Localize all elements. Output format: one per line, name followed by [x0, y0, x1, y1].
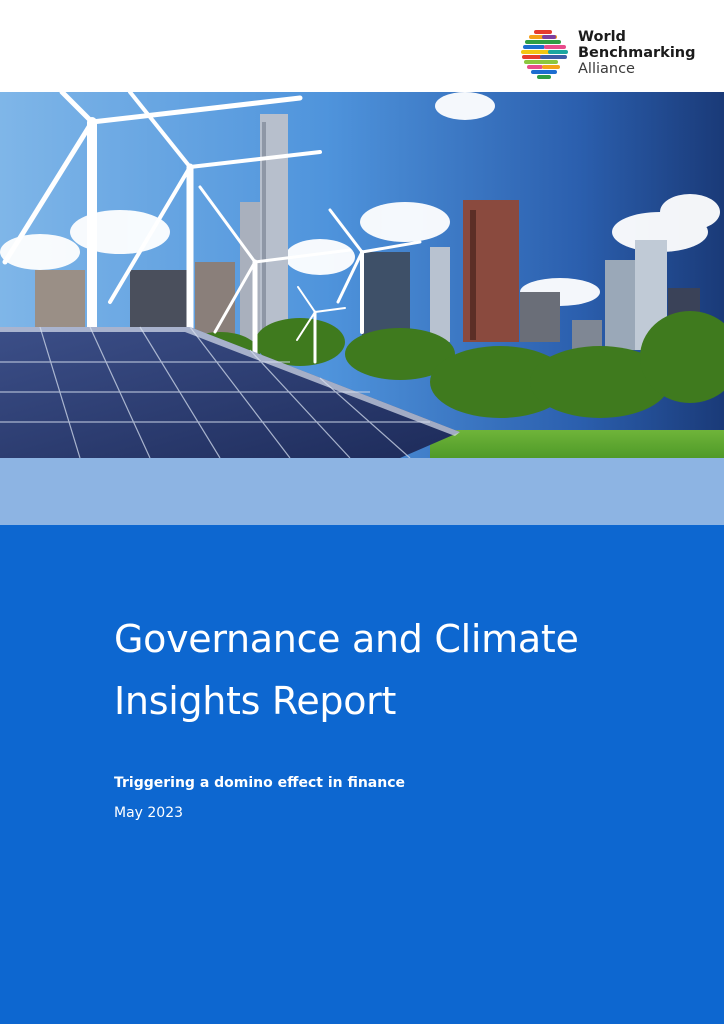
page-header: World Benchmarking Alliance: [0, 0, 724, 92]
logo-line-alliance: Alliance: [578, 61, 635, 77]
accent-band: [0, 458, 724, 525]
report-date: May 2023: [114, 805, 184, 821]
report-subtitle: Triggering a domino effect in finance: [114, 775, 406, 791]
cover-image: [0, 92, 724, 458]
report-title: Governance and Climate Insights Report: [114, 608, 674, 732]
wba-logo: World Benchmarking Alliance: [520, 26, 710, 82]
logo-line-benchmarking: Benchmarking: [578, 45, 696, 61]
wind-turbines-solar-panels-city-skyline-icon: [0, 92, 724, 458]
logo-line-world: World: [578, 29, 626, 45]
report-title-line-1: Governance and Climate: [114, 617, 579, 661]
wba-logo-text: World Benchmarking Alliance: [578, 29, 696, 77]
report-title-line-2: Insights Report: [114, 679, 397, 723]
wba-logo-icon: [521, 30, 568, 79]
